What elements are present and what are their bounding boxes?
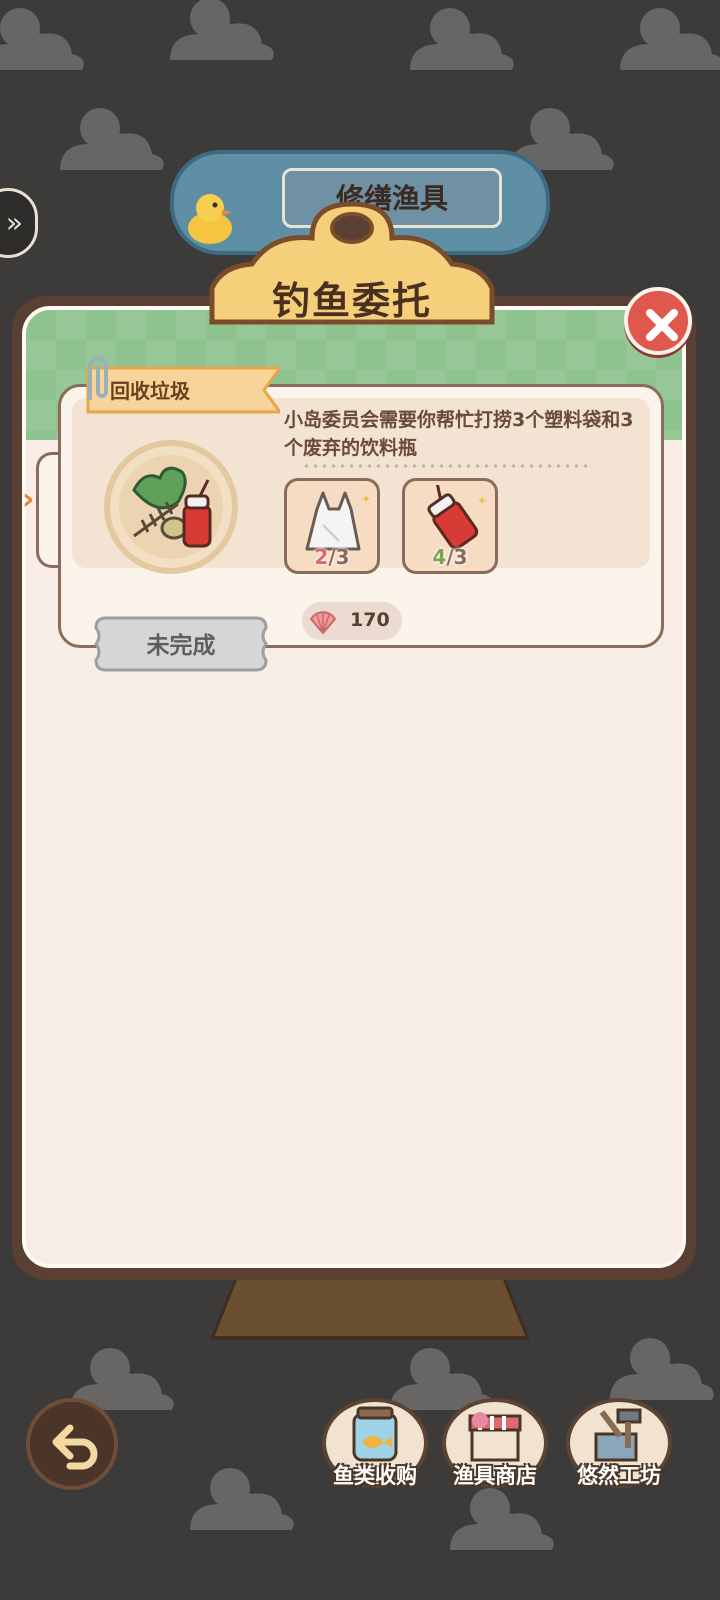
- item-count: 2/3: [314, 545, 350, 569]
- fish-jar-icon: [352, 1406, 398, 1462]
- cloud-sun-icon: [620, 8, 720, 70]
- close-button[interactable]: [624, 287, 692, 355]
- cloud-sun-icon: [170, 0, 274, 61]
- status-label: 未完成: [146, 633, 216, 659]
- nav-label: 鱼类收购: [333, 1464, 417, 1488]
- item-count: 4/3: [432, 545, 468, 569]
- cloud-sun-icon: [60, 108, 164, 170]
- reward-value: 170: [350, 609, 390, 631]
- nav-workshop[interactable]: 悠然工坊: [564, 1398, 674, 1496]
- dotted-divider: [302, 464, 592, 468]
- nav-fish-purchase[interactable]: 鱼类收购: [320, 1398, 430, 1496]
- cloud-sun-icon: [190, 1468, 294, 1530]
- nav-label: 渔具商店: [453, 1464, 537, 1488]
- back-arrow-icon: [52, 1424, 98, 1470]
- nav-label: 悠然工坊: [577, 1464, 661, 1488]
- trash-bundle-icon: [104, 440, 238, 574]
- shop-stall-icon: [468, 1412, 522, 1462]
- item-slot-soda-cup[interactable]: ✦ 4/3: [402, 478, 498, 574]
- panel-title: 钓鱼委托: [271, 279, 432, 323]
- shell-icon: [309, 611, 337, 635]
- back-button[interactable]: [26, 1398, 118, 1490]
- workshop-tools-icon: [594, 1408, 642, 1462]
- chevron-right-icon: ›: [22, 482, 35, 517]
- close-x-icon: [646, 309, 678, 341]
- task-description: 小岛委员会需要你帮忙打捞3个塑料袋和3个废弃的饮料瓶: [284, 409, 634, 459]
- nav-tackle-shop[interactable]: 渔具商店: [440, 1398, 550, 1496]
- cloud-sun-icon: [410, 8, 514, 71]
- svg-text:✦: ✦: [477, 494, 487, 508]
- reward-badge: 170: [302, 602, 402, 640]
- item-slot-plastic-bag[interactable]: ✦ 2/3: [284, 478, 380, 574]
- double-chevron-right-icon: »: [5, 206, 23, 239]
- task-category-label: 回收垃圾: [110, 379, 190, 403]
- svg-text:✦: ✦: [361, 492, 371, 506]
- cloud-sun-icon: [0, 8, 84, 70]
